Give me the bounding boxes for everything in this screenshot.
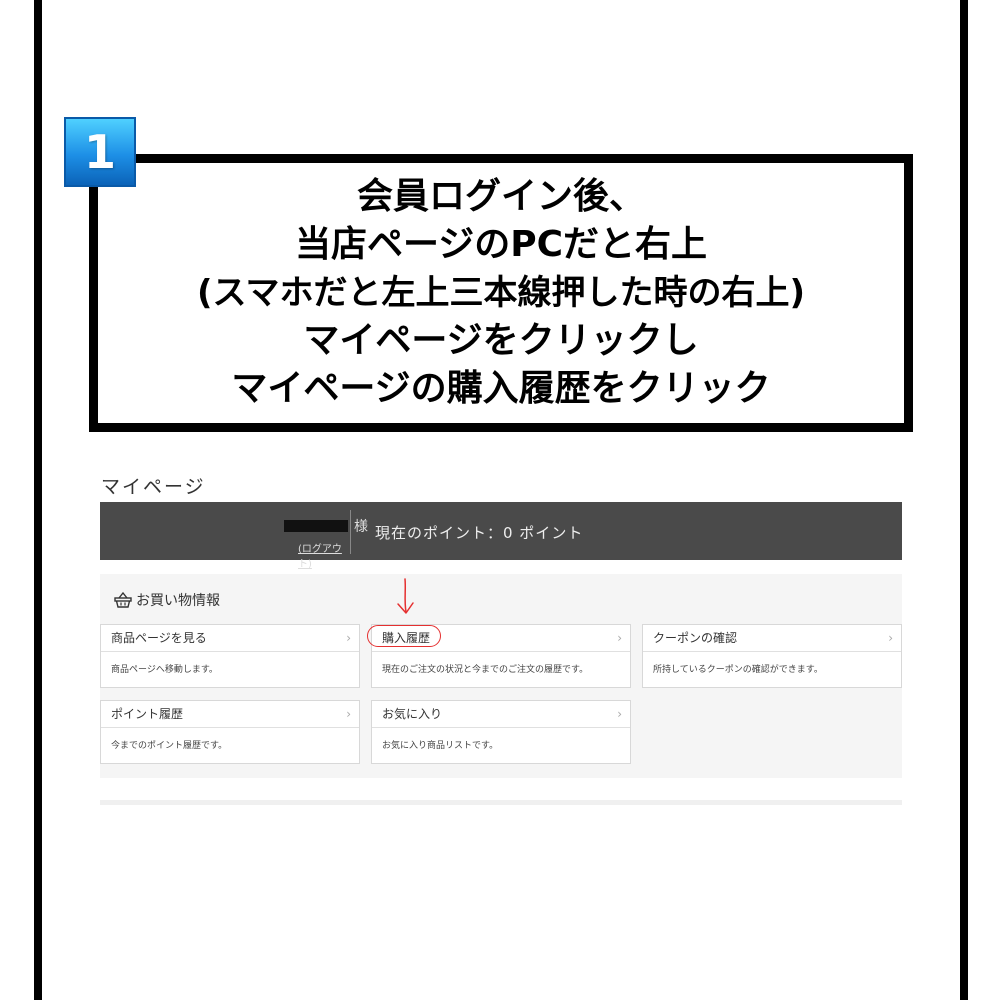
section-header: お買い物情報: [114, 590, 220, 610]
annotation-arrow-icon: [397, 578, 414, 614]
instruction-line: マイページの購入履歴をクリック: [231, 368, 771, 409]
card-coupon[interactable]: クーポンの確認 › 所持しているクーポンの確認ができます。: [642, 624, 902, 688]
card-favorites[interactable]: お気に入り › お気に入り商品リストです。: [371, 700, 631, 764]
instruction-line: マイページをクリックし: [303, 320, 699, 361]
instruction-line: 会員ログイン後、: [356, 176, 645, 217]
honorific-label: 様: [354, 519, 368, 535]
points-balance: 現在のポイント：0 ポイント: [375, 524, 584, 542]
chevron-right-icon: ›: [617, 631, 622, 645]
frame-right-border: [960, 0, 968, 1000]
annotation-highlight-circle: [367, 625, 441, 647]
divider: [100, 800, 902, 805]
card-title: ポイント履歴: [111, 707, 184, 721]
divider: [350, 510, 351, 554]
card-description: 現在のご注文の状況と今までのご注文の履歴です。: [382, 665, 589, 675]
redacted-member-name: [284, 520, 348, 532]
frame-left-border: [34, 0, 42, 1000]
step-number-badge: 1: [64, 117, 136, 187]
card-description: 商品ページへ移動します。: [111, 665, 218, 675]
member-name-block: 様 (ログアウト): [100, 502, 368, 570]
card-point-history[interactable]: ポイント履歴 › 今までのポイント履歴です。: [100, 700, 360, 764]
instruction-line: 当店ページのPCだと右上: [294, 224, 708, 265]
page-title: マイページ: [101, 476, 206, 498]
card-description: 所持しているクーポンの確認ができます。: [653, 665, 823, 675]
chevron-right-icon: ›: [346, 707, 351, 721]
section-title: お買い物情報: [136, 593, 220, 609]
card-description: お気に入り商品リストです。: [382, 741, 499, 751]
logout-link[interactable]: (ログアウト): [298, 540, 350, 570]
card-title: 商品ページを見る: [111, 631, 207, 645]
instruction-line: (スマホだと左上三本線押した時の右上): [196, 273, 806, 313]
card-title: お気に入り: [382, 707, 443, 721]
shopping-info-section: お買い物情報 商品ページを見る › 商品ページへ移動します。 購入履歴 › 現在…: [100, 574, 902, 778]
instruction-box: 会員ログイン後、 当店ページのPCだと右上 (スマホだと左上三本線押した時の右上…: [89, 154, 913, 432]
card-description: 今までのポイント履歴です。: [111, 741, 228, 751]
basket-icon: [114, 591, 132, 608]
chevron-right-icon: ›: [888, 631, 893, 645]
card-title: クーポンの確認: [653, 631, 738, 645]
chevron-right-icon: ›: [346, 631, 351, 645]
chevron-right-icon: ›: [617, 707, 622, 721]
member-info-bar: 様 (ログアウト) 現在のポイント：0 ポイント: [100, 502, 902, 570]
card-product-page[interactable]: 商品ページを見る › 商品ページへ移動します。: [100, 624, 360, 688]
